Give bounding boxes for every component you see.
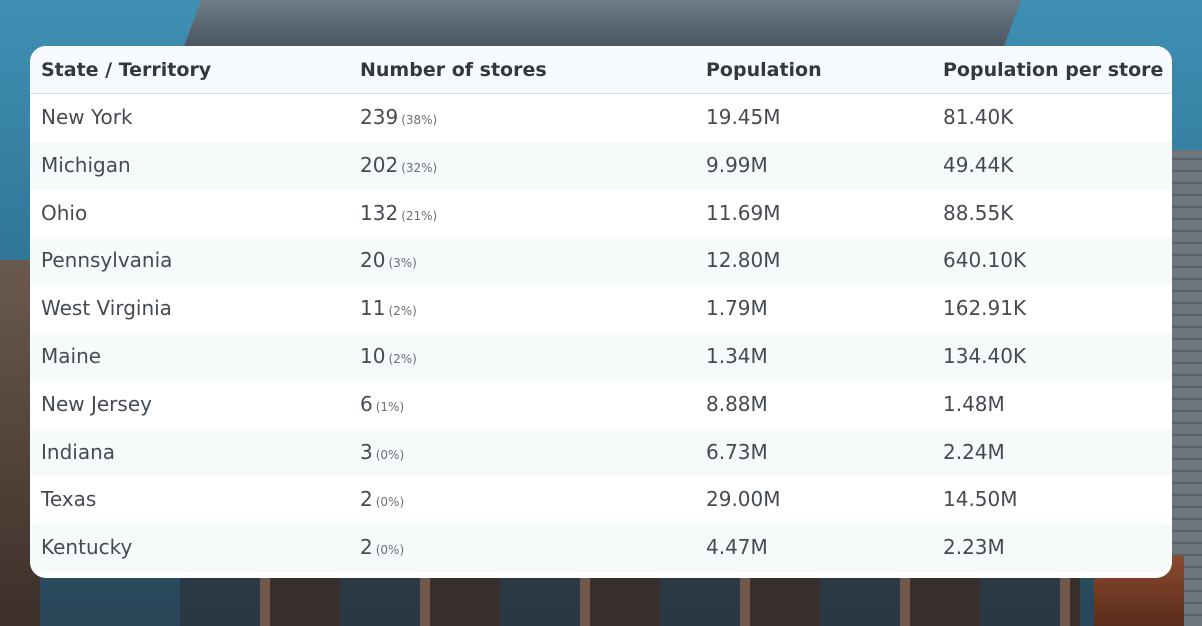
store-count: 3 xyxy=(360,439,373,464)
store-share-percent: (1%) xyxy=(375,399,405,414)
cell-stores: 6 (1%) xyxy=(360,381,404,432)
cell-population-per-store: 81.40K xyxy=(943,105,1014,129)
store-count: 2 xyxy=(360,535,373,560)
cell-stores: 239 (38%) xyxy=(360,94,437,145)
store-count: 20 xyxy=(360,248,386,273)
header-state: State / Territory xyxy=(41,59,212,81)
table-row: New York 239 (38%) 19.45M 81.40K xyxy=(30,94,1172,142)
cell-population-per-store: 1.48M xyxy=(943,391,1005,416)
cell-state: New Jersey xyxy=(41,391,152,416)
table-row: Indiana 3 (0%) 6.73M 2.24M xyxy=(30,428,1172,480)
cell-population-per-store: 134.40K xyxy=(943,343,1027,368)
cell-population: 8.88M xyxy=(706,391,768,416)
table-row: Ohio 132 (21%) 11.69M 88.55K xyxy=(30,190,1172,238)
table-row: West Virginia 11 (2%) 1.79M 162.91K xyxy=(30,285,1172,333)
cell-state: Ohio xyxy=(41,200,88,225)
cell-state: New York xyxy=(41,105,133,129)
cell-population-per-store: 49.44K xyxy=(943,152,1014,177)
cell-population-per-store: 88.55K xyxy=(943,200,1014,225)
cell-stores: 2 (0%) xyxy=(360,524,404,575)
store-share-percent: (38%) xyxy=(401,113,438,127)
store-share-percent: (32%) xyxy=(401,160,438,175)
cell-population: 19.45M xyxy=(706,105,781,129)
store-count: 132 xyxy=(360,200,399,225)
table-row: Maine 10 (2%) 1.34M 134.40K xyxy=(30,332,1172,384)
table-header: State / Territory Number of stores Popul… xyxy=(30,46,1172,94)
cell-population: 1.79M xyxy=(706,296,768,321)
header-stores: Number of stores xyxy=(360,59,547,81)
table-row: Michigan 202 (32%) 9.99M 49.44K xyxy=(30,141,1172,193)
store-count: 2 xyxy=(360,487,373,512)
cell-stores: 20 (3%) xyxy=(360,237,417,288)
cell-stores: 202 (32%) xyxy=(360,142,437,193)
cell-population: 9.99M xyxy=(706,152,768,177)
table-row: Pennsylvania 20 (3%) 12.80M 640.10K xyxy=(30,237,1172,288)
cell-state: Texas xyxy=(41,487,97,512)
cell-population: 6.73M xyxy=(706,439,768,464)
table-body: New York 239 (38%) 19.45M 81.40K Michigan 202(… xyxy=(30,94,1172,572)
cell-stores: 132 (21%) xyxy=(360,190,437,241)
cell-population-per-store: 2.24M xyxy=(943,439,1005,464)
store-share-percent: (2%) xyxy=(388,351,417,366)
store-share-percent: (21%) xyxy=(401,208,438,223)
cell-stores: 3 (0%) xyxy=(360,429,404,480)
cell-state: Pennsylvania xyxy=(41,248,173,273)
cell-population-per-store: 640.10K xyxy=(943,248,1027,273)
table-row: Kentucky 2 (0%) 4.47M 2.23M xyxy=(30,524,1172,572)
cell-population-per-store: 14.50M xyxy=(943,487,1018,512)
store-count: 6 xyxy=(360,391,373,416)
store-count: 202 xyxy=(360,152,399,177)
table-row: New Jersey 6 (1%) 8.88M 1.48M xyxy=(30,381,1172,429)
header-population: Population xyxy=(706,59,822,81)
cell-state: Michigan xyxy=(41,152,131,177)
header-population-per-store: Population per store xyxy=(943,59,1164,81)
cell-stores: 10 (2%) xyxy=(360,333,417,384)
cell-population-per-store: 162.91K xyxy=(943,296,1027,321)
cell-population: 4.47M xyxy=(706,535,768,560)
store-count: 11 xyxy=(360,296,386,321)
cell-population: 29.00M xyxy=(706,487,781,512)
cell-state: Maine xyxy=(41,343,102,368)
stores-table-card: State / Territory Number of stores Popul… xyxy=(30,46,1172,578)
cell-state: Kentucky xyxy=(41,535,133,560)
cell-stores: 11 (2%) xyxy=(360,285,417,336)
cell-population: 12.80M xyxy=(706,248,781,273)
store-count: 10 xyxy=(360,343,386,368)
store-share-percent: (0%) xyxy=(375,543,405,558)
cell-population: 11.69M xyxy=(706,200,781,225)
cell-stores: 2 (0%) xyxy=(360,476,404,527)
store-share-percent: (0%) xyxy=(375,447,405,462)
cell-population-per-store: 2.23M xyxy=(943,535,1005,560)
cell-state: West Virginia xyxy=(41,296,172,321)
cell-population: 1.34M xyxy=(706,343,768,368)
store-share-percent: (0%) xyxy=(375,495,405,510)
store-share-percent: (2%) xyxy=(388,304,417,319)
table-row: Texas 2 (0%) 29.00M 14.50M xyxy=(30,476,1172,524)
cell-state: Indiana xyxy=(41,439,116,464)
store-count: 239 xyxy=(360,105,399,129)
store-share-percent: (3%) xyxy=(388,256,417,271)
